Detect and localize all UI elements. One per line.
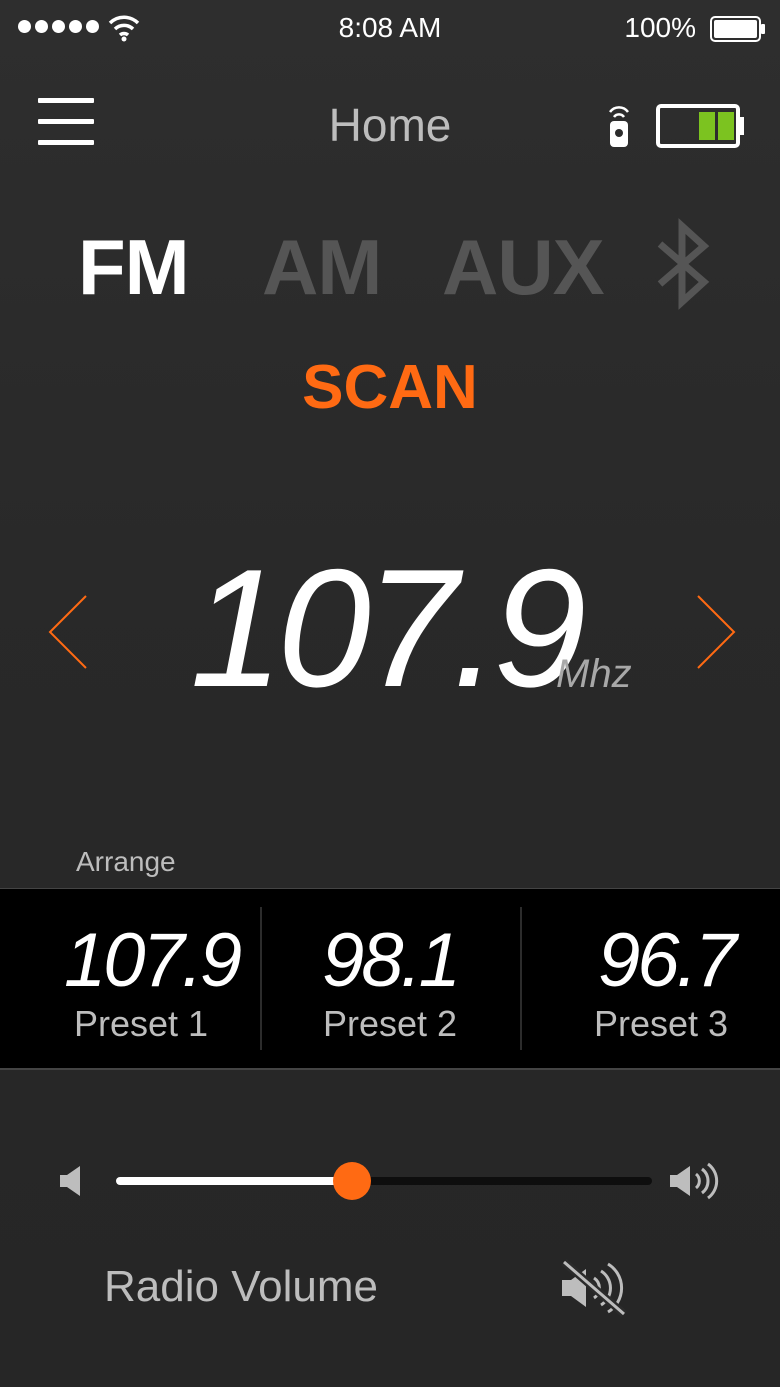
bluetooth-icon[interactable] (654, 216, 712, 312)
preset-label: Preset 1 (74, 1003, 209, 1044)
tab-am[interactable]: AM (262, 222, 382, 313)
current-frequency: 107.9 (190, 534, 586, 722)
chevron-left-icon[interactable] (44, 594, 92, 670)
remote-control-icon[interactable] (604, 104, 634, 148)
battery-percent: 100% (624, 12, 696, 43)
preset-3[interactable]: 96.7 Preset 3 (520, 889, 780, 1068)
preset-label: Preset 3 (594, 1003, 729, 1044)
device-battery-icon (656, 104, 744, 148)
preset-label: Preset 2 (322, 1003, 458, 1044)
preset-1[interactable]: 107.9 Preset 1 (0, 889, 260, 1068)
frequency-unit: Mhz (556, 652, 632, 696)
preset-frequency: 96.7 (598, 918, 737, 1003)
volume-slider-thumb[interactable] (332, 1162, 371, 1200)
battery-segment (699, 112, 715, 140)
mute-icon[interactable] (558, 1258, 630, 1318)
tab-fm[interactable]: FM (78, 222, 190, 313)
arrange-button[interactable]: Arrange (76, 846, 176, 878)
volume-high-icon (670, 1162, 719, 1200)
battery-icon (710, 16, 765, 42)
volume-fill (116, 1177, 352, 1185)
battery-segment (718, 112, 734, 140)
volume-low-icon (60, 1166, 80, 1196)
preset-list: 107.9 Preset 1 98.1 Preset 2 96.7 Preset… (0, 888, 780, 1070)
scan-button[interactable]: SCAN (0, 352, 780, 423)
preset-2[interactable]: 98.1 Preset 2 (260, 889, 520, 1068)
chevron-right-icon[interactable] (692, 594, 740, 670)
preset-frequency: 107.9 (64, 918, 242, 1003)
preset-frequency: 98.1 (322, 918, 461, 1003)
status-bar: 8:08 AM 100% (0, 0, 780, 56)
tab-aux[interactable]: AUX (442, 222, 605, 313)
radio-volume-label: Radio Volume (104, 1262, 378, 1311)
